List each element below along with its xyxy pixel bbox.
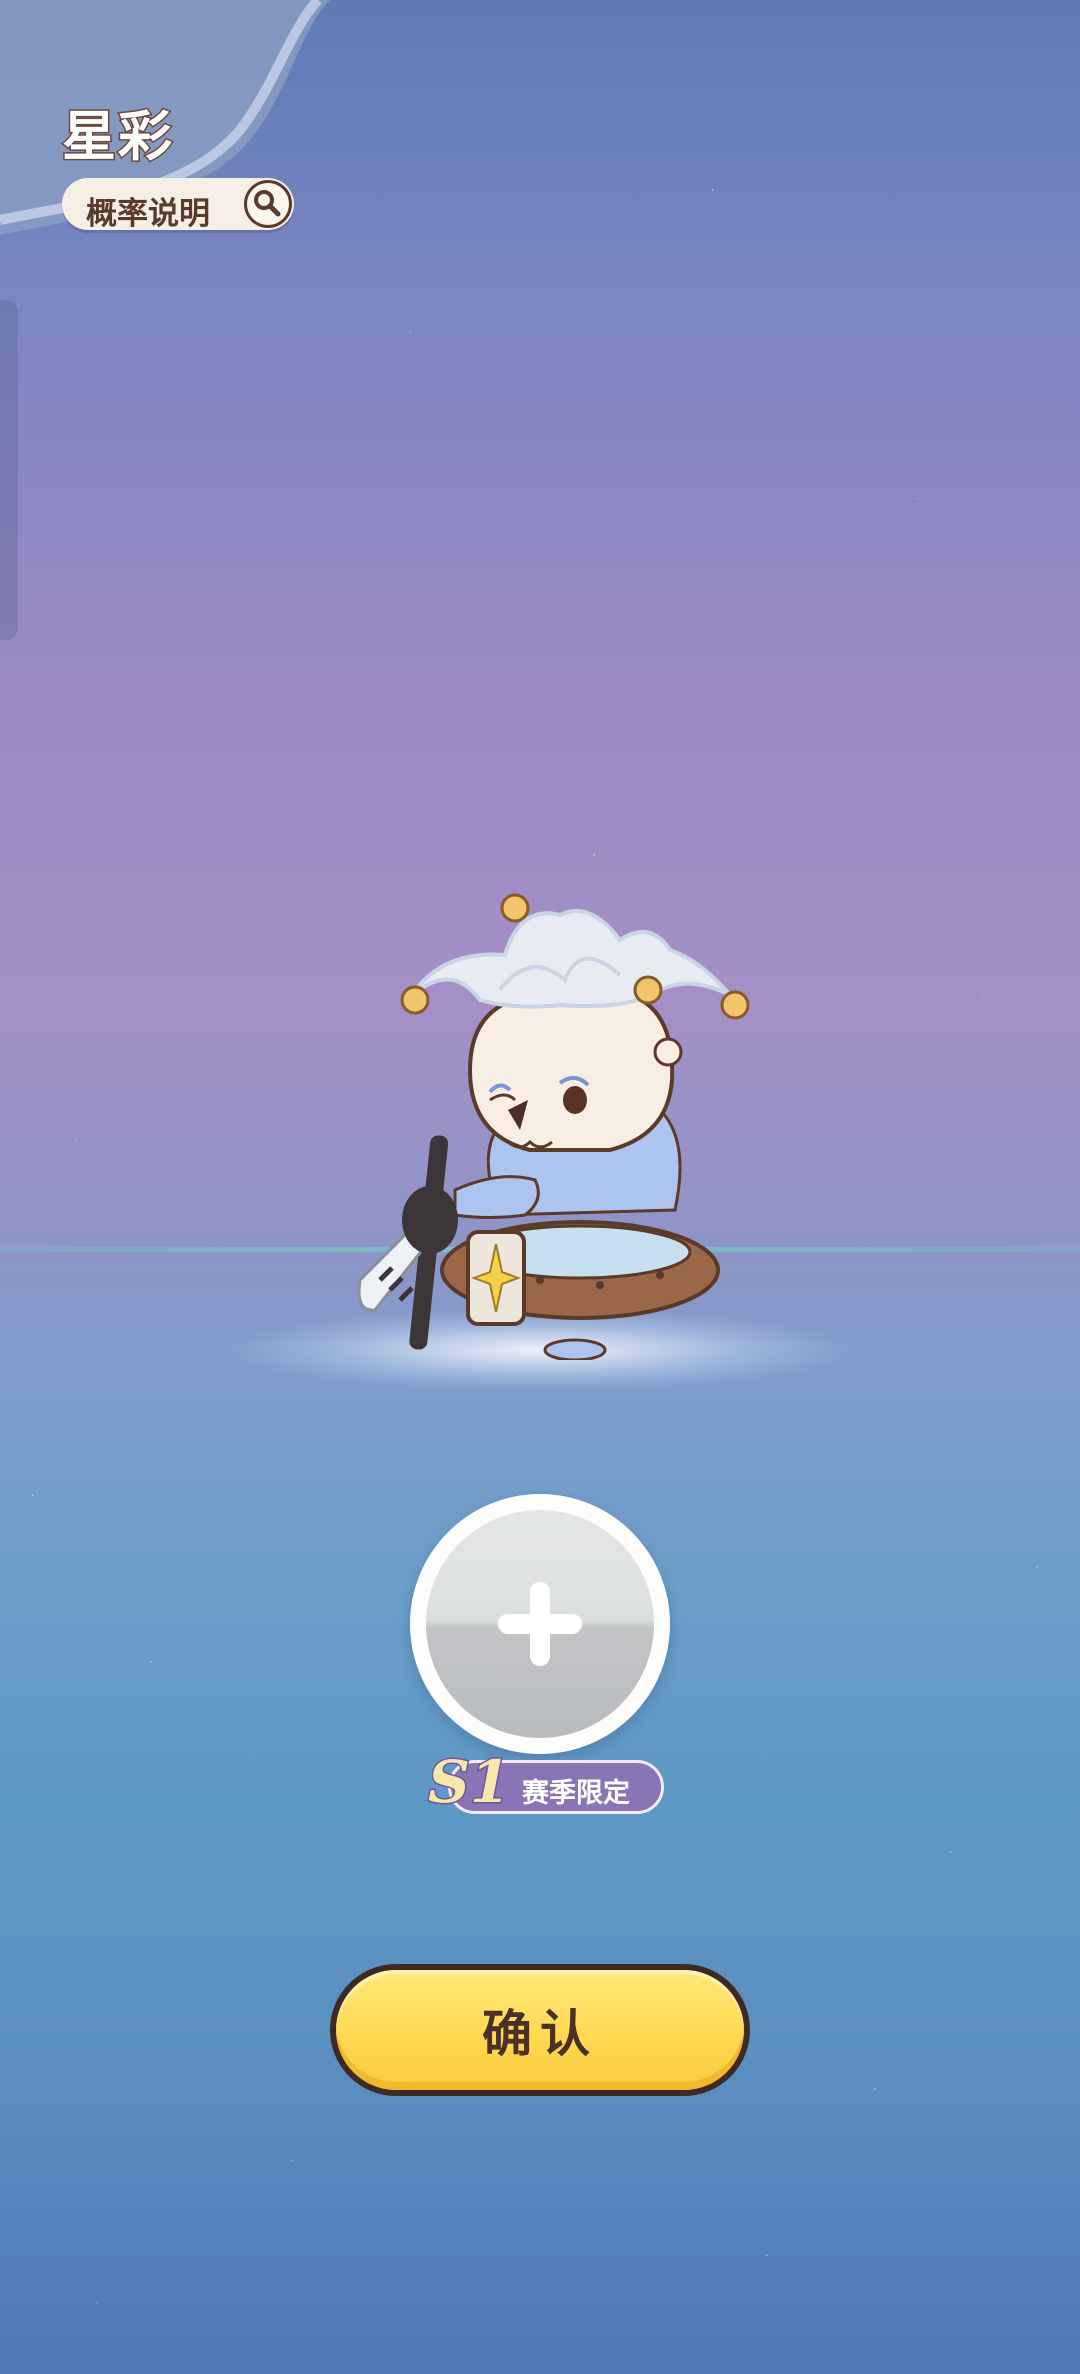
season-limited-label: 赛季限定 <box>522 1778 630 1809</box>
page-title: 星彩 <box>61 104 174 170</box>
probability-info-button[interactable]: 概率说明 <box>62 178 294 232</box>
side-drawer-handle[interactable] <box>0 300 18 640</box>
confirm-label: 确认 <box>482 2005 598 2063</box>
confirm-button[interactable]: 确认 <box>330 1964 750 2096</box>
jester-otter-character <box>357 893 750 1360</box>
probability-label: 概率说明 <box>86 196 210 232</box>
season-number: S1 <box>426 1747 511 1818</box>
search-icon <box>244 180 292 228</box>
season-limited-badge: S1 赛季限定 <box>418 1747 664 1818</box>
add-item-slot[interactable] <box>410 1494 670 1754</box>
plus-icon <box>498 1582 582 1666</box>
